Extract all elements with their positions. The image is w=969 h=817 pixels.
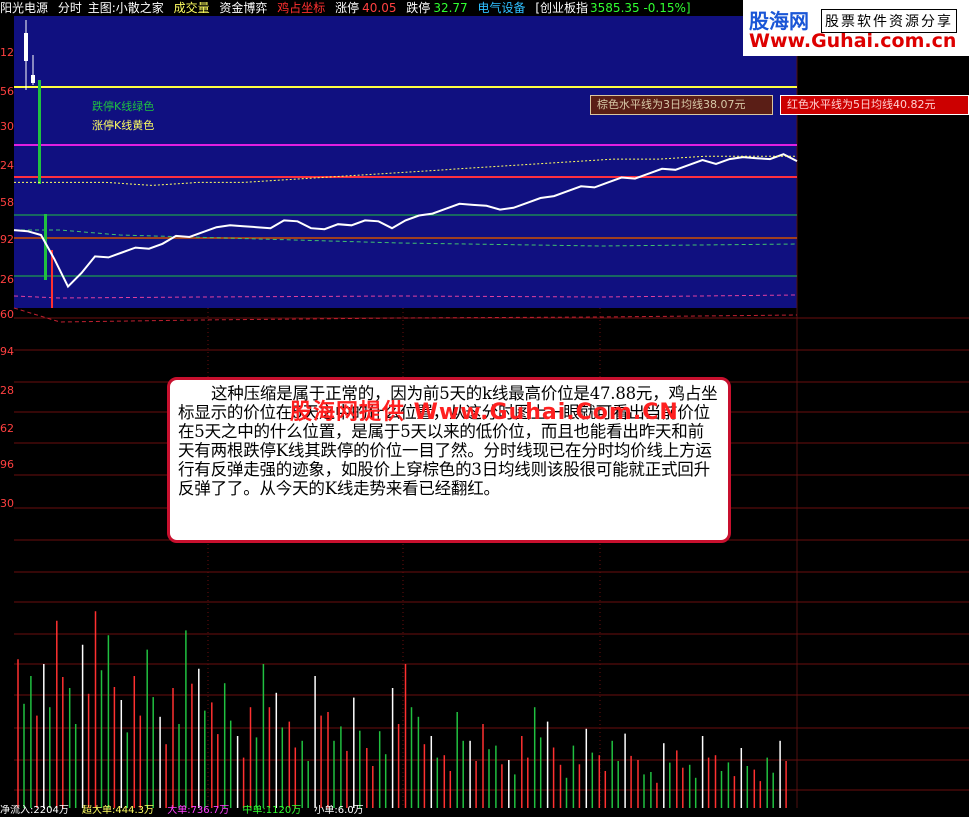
candle-body [31, 75, 35, 83]
axis-tick-label: 96 [0, 458, 14, 471]
fund-game-label[interactable]: 资金博弈 [219, 1, 267, 15]
index-value: 3585.35 -0.15%] [590, 1, 691, 15]
axis-tick-label: 28 [0, 384, 14, 397]
candle-body [24, 33, 28, 61]
mode-label[interactable]: 分时 [58, 1, 82, 15]
small-order: 小单:6.0万 [314, 805, 364, 816]
logo-url: Www.Guhai.com.cn [749, 30, 957, 52]
medium-order: 中单:1120万 [242, 805, 302, 816]
axis-tick-label: 30 [0, 120, 14, 133]
axis-tick-label: 58 [0, 196, 14, 209]
super-large-order: 超大单:444.3万 [82, 805, 155, 816]
large-order: 大单:736.7万 [167, 805, 230, 816]
axis-tick-label: 62 [0, 422, 14, 435]
price-plot-area [14, 16, 797, 308]
stock-name[interactable]: 阳光电源 [0, 1, 48, 15]
sector-label[interactable]: 电气设备 [478, 1, 526, 15]
limit-down-value: 32.77 [433, 1, 468, 15]
legend-green: 跌停K线绿色 [92, 100, 155, 113]
axis-tick-label: 24 [0, 159, 14, 172]
limit-up-label: 涨停 [335, 1, 360, 15]
axis-tick-label: 30 [0, 497, 14, 510]
coordinate-label[interactable]: 鸡占坐标 [277, 1, 325, 15]
limit-down-candle [38, 80, 41, 184]
brown-line-note: 棕色水平线为3日均线38.07元 [590, 95, 773, 115]
axis-tick-label: 56 [0, 85, 14, 98]
red-line-note: 红色水平线为5日均线40.82元 [780, 95, 969, 115]
watermark-overlay: 股海网提供 Www.Guhai.Com.CN [290, 400, 679, 425]
legend-yellow: 涨停K线黄色 [92, 119, 155, 132]
axis-tick-label: 92 [0, 233, 14, 246]
bottom-band-line [13, 307, 798, 323]
limit-up-value: 40.05 [362, 1, 397, 15]
axis-tick-label: 60 [0, 308, 14, 321]
limit-down-label: 跌停 [406, 1, 431, 15]
axis-tick-label: 26 [0, 273, 14, 286]
axis-tick-label: 12 [0, 46, 14, 59]
site-logo: 股海网 股票软件资源分享 Www.Guhai.com.cn [743, 0, 969, 56]
main-chart-label[interactable]: 主图:小散之家 [88, 1, 164, 15]
axis-tick-label: 94 [0, 345, 14, 358]
volume-label[interactable]: 成交量 [174, 1, 210, 15]
fund-flow-bar: 净流入:2204万 超大单:444.3万 大单:736.7万 中单:1120万 … [0, 805, 969, 817]
net-inflow: 净流入:2204万 [0, 805, 69, 816]
index-label[interactable]: [创业板指 [535, 1, 588, 15]
